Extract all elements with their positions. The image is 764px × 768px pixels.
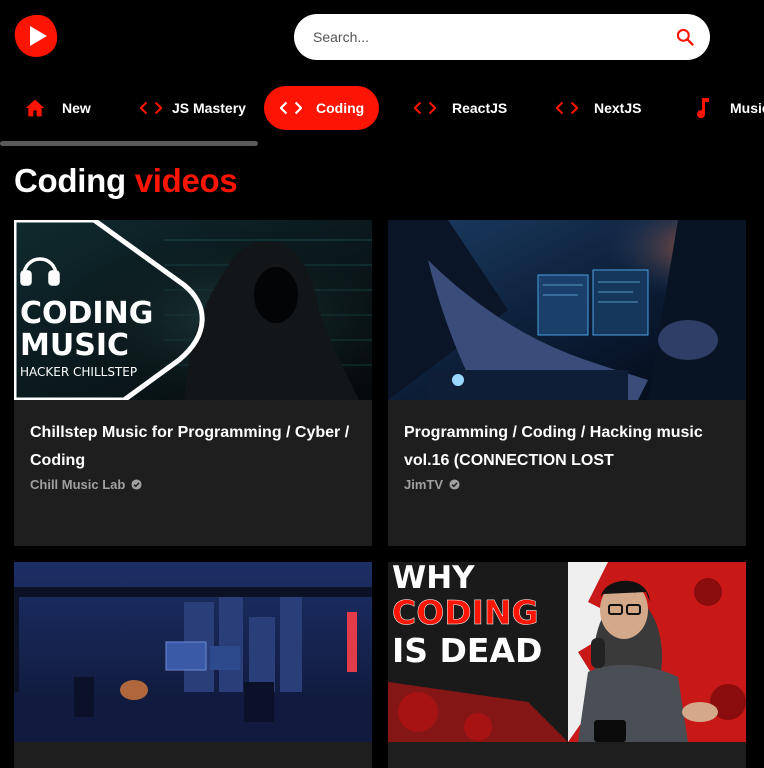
page-title-main: Coding [14, 162, 126, 199]
channel-name[interactable]: JimTV [404, 477, 730, 492]
youtube-logo-icon[interactable] [14, 14, 58, 58]
thumb-text-line2: CODING [392, 593, 539, 632]
thumb-text-line1: CODING [20, 296, 153, 331]
search-bar [294, 14, 710, 60]
code-icon [414, 97, 436, 119]
video-card[interactable] [14, 562, 372, 768]
code-icon [556, 97, 578, 119]
video-thumbnail[interactable] [388, 220, 746, 400]
category-js-mastery[interactable]: JS Mastery [140, 86, 246, 130]
channel-name[interactable]: Chill Music Lab [30, 477, 356, 492]
page-title: Coding videos [14, 162, 238, 200]
check-circle-icon [449, 479, 460, 490]
category-music[interactable]: Music [692, 86, 764, 130]
category-scrollbar[interactable] [0, 141, 258, 146]
category-label: JS Mastery [172, 100, 246, 116]
check-circle-icon [131, 479, 142, 490]
category-bar: New JS Mastery Coding ReactJS NextJS Mus… [0, 86, 764, 132]
channel-name-text: Chill Music Lab [30, 477, 126, 492]
home-icon [24, 97, 46, 119]
code-icon [140, 97, 162, 119]
category-nextjs[interactable]: NextJS [556, 86, 641, 130]
page-title-accent: videos [134, 162, 238, 199]
thumb-text-line2: MUSIC [20, 328, 129, 363]
video-card[interactable]: Programming / Coding / Hacking music vol… [388, 220, 746, 546]
video-thumbnail[interactable]: WHY CODING IS DEAD [388, 562, 746, 742]
channel-name-text: JimTV [404, 477, 444, 492]
category-label: New [62, 100, 91, 116]
thumb-text-line1: WHY [392, 562, 475, 596]
category-label: Music [730, 100, 764, 116]
search-icon[interactable] [674, 26, 696, 48]
category-label: ReactJS [452, 100, 508, 116]
video-thumbnail[interactable]: CODING MUSIC HACKER CHILLSTEP [14, 220, 372, 400]
video-title[interactable]: Programming / Coding / Hacking music vol… [404, 419, 730, 475]
video-card[interactable]: CODING MUSIC HACKER CHILLSTEP Chillstep … [14, 220, 372, 546]
code-icon [280, 97, 302, 119]
category-reactjs[interactable]: ReactJS [414, 86, 507, 130]
category-label: NextJS [594, 100, 642, 116]
thumb-text-line3: IS DEAD [392, 631, 542, 670]
category-label: Coding [316, 100, 365, 116]
music-note-icon [692, 97, 714, 119]
video-card[interactable]: WHY CODING IS DEAD [388, 562, 746, 768]
category-new[interactable]: New [24, 86, 91, 130]
category-coding[interactable]: Coding [264, 86, 379, 130]
search-input[interactable] [313, 29, 674, 45]
video-title[interactable]: Chillstep Music for Programming / Cyber … [30, 419, 356, 475]
video-thumbnail[interactable] [14, 562, 372, 742]
thumb-text-line3: HACKER CHILLSTEP [20, 365, 137, 379]
